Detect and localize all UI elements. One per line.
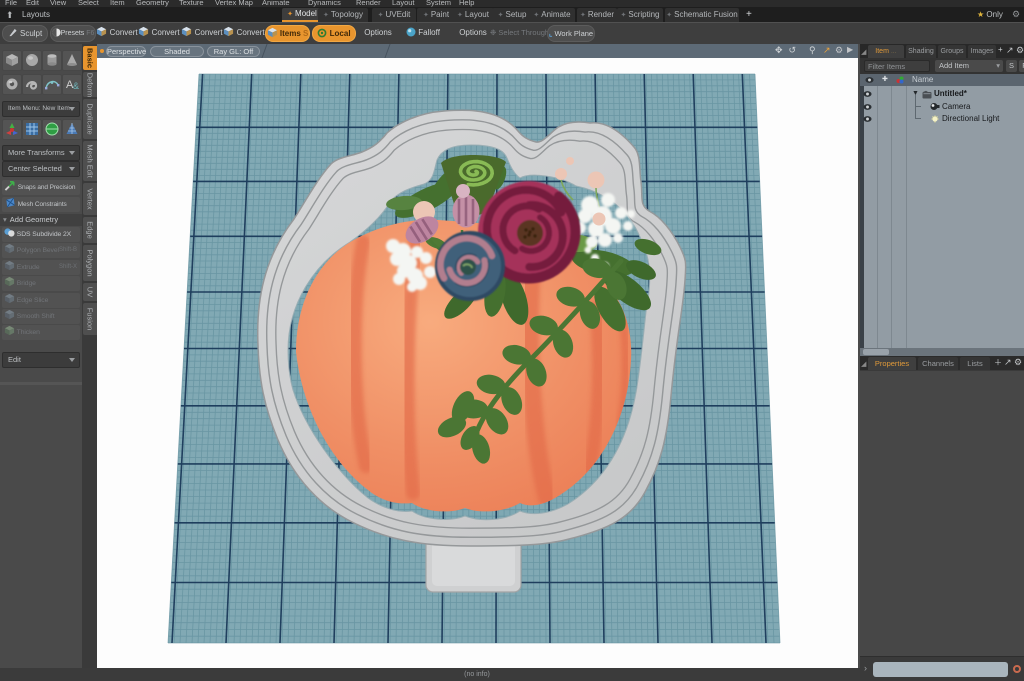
svg-text:&: & — [73, 81, 79, 91]
